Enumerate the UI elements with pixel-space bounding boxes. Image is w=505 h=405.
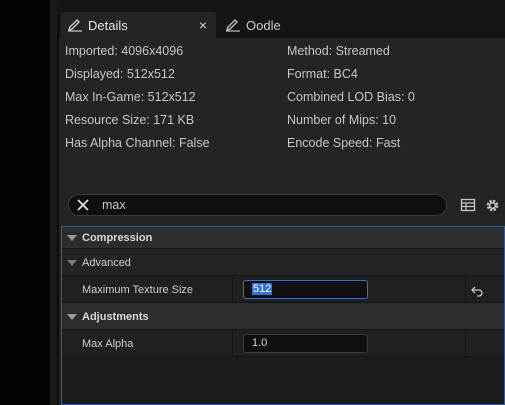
property-list: Compression Advanced Maximum Texture Siz… xyxy=(61,226,505,405)
tab-details-label: Details xyxy=(88,17,128,33)
expand-arrow-icon[interactable] xyxy=(67,235,77,241)
tab-bar: Details × Oodle xyxy=(59,12,505,38)
column-splitter xyxy=(465,330,466,357)
input-value: 1.0 xyxy=(252,337,268,349)
tab-oodle-label: Oodle xyxy=(246,17,281,33)
category-adjustments[interactable]: Adjustments xyxy=(62,303,504,330)
top-band xyxy=(57,0,505,10)
info-lod-bias: Combined LOD Bias: 0 xyxy=(287,90,415,104)
expand-arrow-icon[interactable] xyxy=(67,314,77,320)
close-tab-icon[interactable]: × xyxy=(199,17,207,33)
property-label: Max Alpha xyxy=(82,338,134,350)
max-alpha-input[interactable]: 1.0 xyxy=(243,334,368,353)
info-method: Method: Streamed xyxy=(287,44,390,58)
info-has-alpha: Has Alpha Channel: False xyxy=(65,136,210,150)
info-displayed: Displayed: 512x512 xyxy=(65,67,175,81)
property-row-max-texture-size: Maximum Texture Size 512 xyxy=(62,276,504,303)
column-splitter[interactable] xyxy=(232,330,233,357)
table-view-icon[interactable] xyxy=(460,197,476,218)
tab-oodle[interactable]: Oodle xyxy=(223,12,343,38)
column-splitter[interactable] xyxy=(232,276,233,303)
tab-details[interactable]: Details × xyxy=(61,12,216,38)
property-label: Maximum Texture Size xyxy=(82,284,194,296)
search-value: max xyxy=(102,198,126,212)
category-label: Adjustments xyxy=(82,311,149,323)
category-compression[interactable]: Compression xyxy=(62,227,504,249)
reset-to-default-icon[interactable] xyxy=(471,284,484,302)
subcategory-label: Advanced xyxy=(82,257,131,269)
panel-splitter[interactable] xyxy=(50,0,57,405)
viewport-area xyxy=(0,0,50,405)
selected-value: 512 xyxy=(252,283,273,295)
info-max-in-game: Max In-Game: 512x512 xyxy=(65,90,196,104)
info-encode-speed: Encode Speed: Fast xyxy=(287,136,401,150)
info-format: Format: BC4 xyxy=(287,67,358,81)
details-panel: Imported: 4096x4096 Displayed: 512x512 M… xyxy=(59,38,505,405)
max-texture-size-input[interactable]: 512 xyxy=(243,280,368,299)
search-input[interactable]: max xyxy=(68,194,447,216)
close-x-icon[interactable] xyxy=(76,198,90,217)
info-imported: Imported: 4096x4096 xyxy=(65,44,184,58)
expand-arrow-icon[interactable] xyxy=(67,260,77,266)
pencil-icon xyxy=(225,19,240,32)
subcategory-advanced[interactable]: Advanced xyxy=(62,249,504,276)
info-num-mips: Number of Mips: 10 xyxy=(287,113,397,127)
category-label: Compression xyxy=(82,232,153,244)
info-resource-size: Resource Size: 171 KB xyxy=(65,113,195,127)
property-row-max-alpha: Max Alpha 1.0 xyxy=(62,330,504,357)
pencil-icon xyxy=(67,19,82,32)
gear-icon[interactable] xyxy=(484,197,501,219)
column-splitter xyxy=(465,276,466,303)
